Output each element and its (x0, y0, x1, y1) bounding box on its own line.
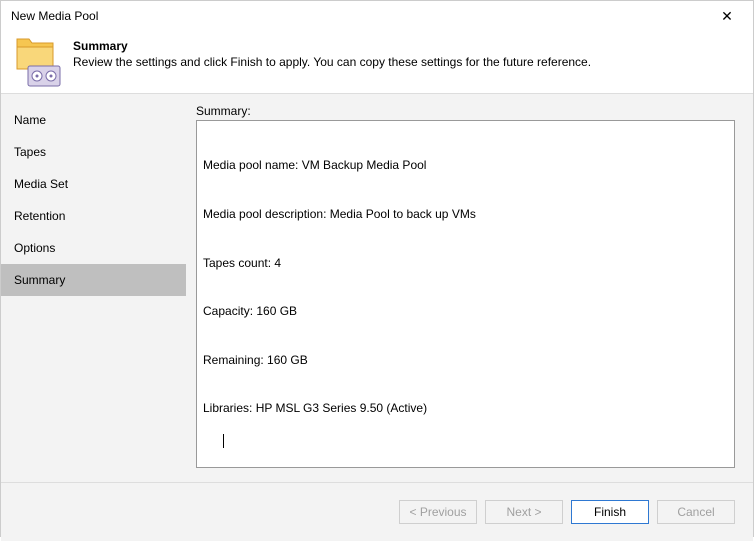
next-button: Next > (485, 500, 563, 524)
sidebar-item-label: Tapes (14, 145, 46, 159)
close-icon: ✕ (721, 8, 733, 25)
footer: < Previous Next > Finish Cancel (1, 482, 753, 541)
sidebar: Name Tapes Media Set Retention Options S… (1, 94, 186, 482)
previous-button: < Previous (399, 500, 477, 524)
sidebar-item-media-set[interactable]: Media Set (1, 168, 186, 200)
summary-label: Summary: (196, 104, 735, 118)
body: Name Tapes Media Set Retention Options S… (1, 93, 753, 482)
sidebar-item-tapes[interactable]: Tapes (1, 136, 186, 168)
button-label: Finish (594, 505, 626, 519)
sidebar-item-label: Name (14, 113, 46, 127)
sidebar-item-summary[interactable]: Summary (1, 264, 186, 296)
summary-line: Libraries: HP MSL G3 Series 9.50 (Active… (203, 400, 728, 416)
sidebar-item-retention[interactable]: Retention (1, 200, 186, 232)
wizard-icon (13, 37, 61, 85)
summary-textbox[interactable]: Media pool name: VM Backup Media Pool Me… (196, 120, 735, 468)
titlebar: New Media Pool ✕ (1, 1, 753, 31)
sidebar-item-label: Summary (14, 273, 65, 287)
window-title: New Media Pool (11, 9, 98, 23)
summary-line: Remaining: 160 GB (203, 352, 728, 368)
page-title: Summary (73, 39, 741, 53)
summary-line: Media pool name: VM Backup Media Pool (203, 157, 728, 173)
header-text: Summary Review the settings and click Fi… (73, 37, 741, 85)
button-label: < Previous (409, 505, 466, 519)
sidebar-item-label: Media Set (14, 177, 68, 191)
text-cursor (223, 434, 224, 448)
summary-line: Media pool description: Media Pool to ba… (203, 206, 728, 222)
content: Summary: Media pool name: VM Backup Medi… (186, 94, 753, 482)
page-description: Review the settings and click Finish to … (73, 55, 741, 69)
sidebar-item-name[interactable]: Name (1, 104, 186, 136)
button-label: Next > (506, 505, 541, 519)
summary-line: Capacity: 160 GB (203, 303, 728, 319)
tape-icon (27, 65, 61, 87)
sidebar-item-label: Options (14, 241, 55, 255)
sidebar-item-options[interactable]: Options (1, 232, 186, 264)
finish-button[interactable]: Finish (571, 500, 649, 524)
header: Summary Review the settings and click Fi… (1, 31, 753, 93)
sidebar-item-label: Retention (14, 209, 65, 223)
close-button[interactable]: ✕ (709, 2, 745, 30)
button-label: Cancel (677, 505, 714, 519)
cancel-button: Cancel (657, 500, 735, 524)
summary-line: Tapes count: 4 (203, 255, 728, 271)
